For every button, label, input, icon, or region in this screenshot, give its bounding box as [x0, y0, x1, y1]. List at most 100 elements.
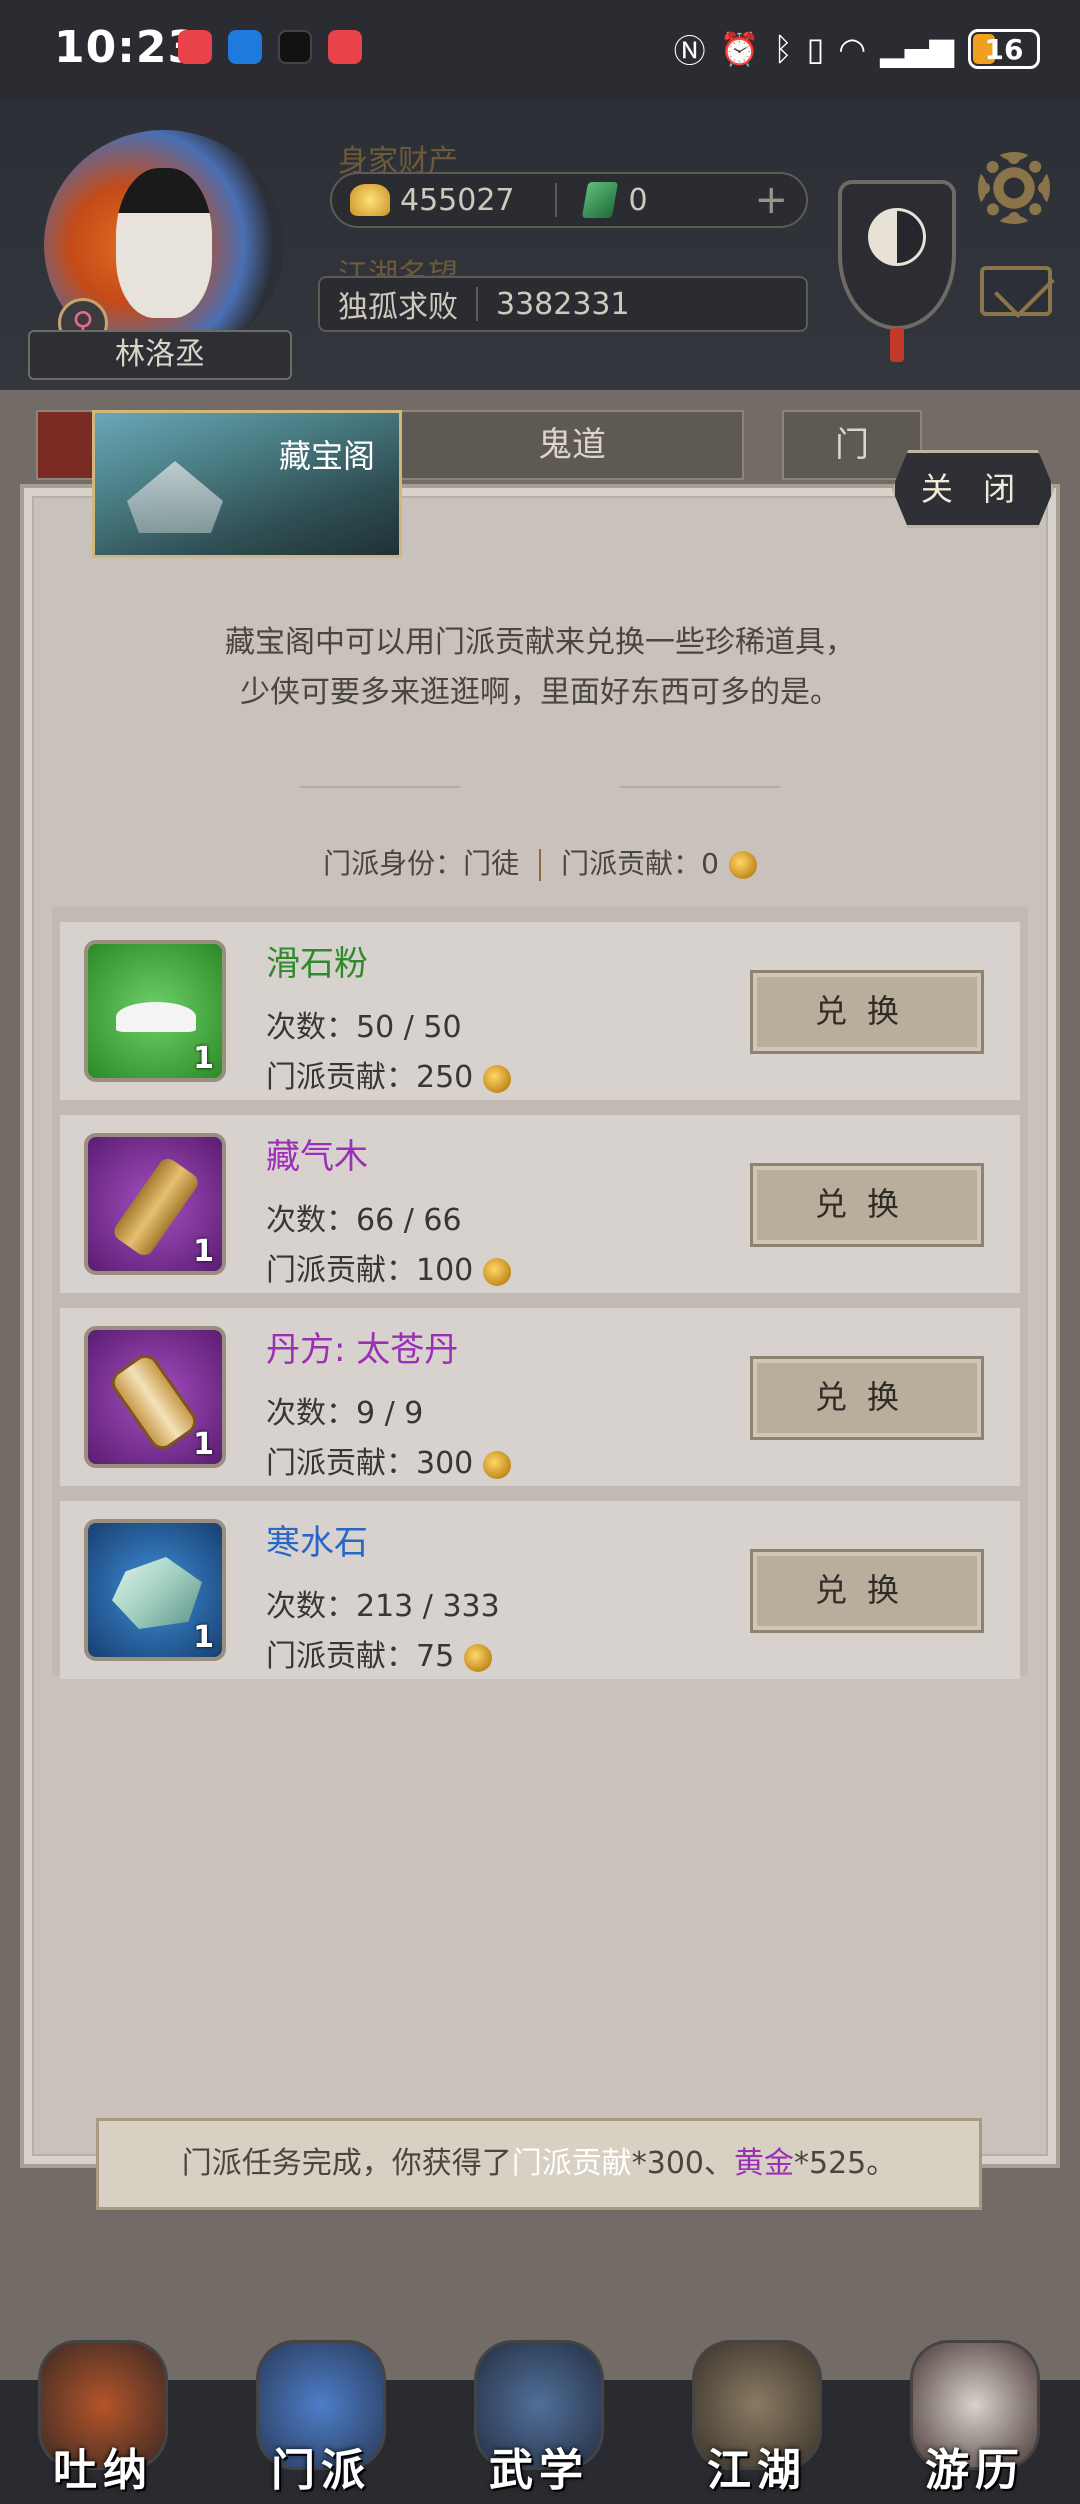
- cost-value: 75: [416, 1639, 455, 1674]
- item-quantity: 1: [193, 1234, 214, 1269]
- wealth-bar: 455027 0 +: [330, 172, 808, 228]
- toast-reward: 门派贡献: [511, 2146, 632, 2181]
- times-label: 次数：: [266, 1203, 356, 1238]
- times-value: 213 / 333: [356, 1589, 500, 1624]
- alarm-icon: ⏰: [719, 30, 760, 68]
- nfc-icon: Ⓝ: [673, 32, 706, 70]
- player-name: 林洛丞: [28, 330, 292, 380]
- app-notification-icon: [178, 30, 212, 64]
- intro-line: 少侠可要多来逛逛啊，里面好东西可多的是。: [240, 675, 840, 710]
- item-cost: 门派贡献：300: [266, 1438, 512, 1482]
- item-times: 次数：9 / 9: [266, 1388, 423, 1432]
- gear-icon[interactable]: [978, 152, 1050, 224]
- item-cost: 门派贡献：75: [266, 1631, 493, 1675]
- item-name: 寒水石: [266, 1523, 368, 1563]
- add-currency-button[interactable]: +: [754, 177, 788, 223]
- app-notification-icon: [228, 30, 262, 64]
- cost-value: 300: [416, 1446, 474, 1481]
- times-value: 50 / 50: [356, 1010, 462, 1045]
- close-button[interactable]: 关 闭: [892, 450, 1054, 528]
- item-name: 藏气木: [266, 1137, 368, 1177]
- status-bar: 10:23 Ⓝ ⏰ ᛒ ▯ ◠ ▂▄▆ 16: [0, 0, 1080, 100]
- cost-label: 门派贡献：: [266, 1446, 416, 1481]
- times-label: 次数：: [266, 1010, 356, 1045]
- dialog-title-banner: 藏宝阁: [92, 410, 402, 558]
- exchange-button[interactable]: 兑换: [750, 1163, 984, 1247]
- dialog-title: 藏宝阁: [278, 437, 375, 475]
- bluetooth-icon: ᛒ: [773, 30, 793, 68]
- list-item: 1 寒水石 次数：213 / 333 门派贡献：75 兑换: [60, 1501, 1020, 1679]
- cost-label: 门派贡献：: [266, 1639, 416, 1674]
- contribution-coin-icon: [464, 1643, 493, 1672]
- intro-line: 藏宝阁中可以用门派贡献来兑换一些珍稀道具，: [225, 625, 855, 660]
- exchange-button[interactable]: 兑换: [750, 970, 984, 1054]
- contribution-coin-icon: [728, 851, 757, 879]
- item-times: 次数：50 / 50: [266, 1002, 462, 1046]
- times-value: 66 / 66: [356, 1203, 462, 1238]
- cold-water-stone-icon[interactable]: 1: [84, 1519, 226, 1661]
- nav-label: 游历: [925, 2445, 1025, 2496]
- player-header: ♀ 林洛丞 身家财产 455027 0 + 江湖名望 独孤求败 3382331: [0, 100, 1080, 390]
- contribution-label: 门派贡献：: [561, 847, 702, 880]
- item-quantity: 1: [193, 1620, 214, 1655]
- list-item: 1 丹方: 太苍丹 次数：9 / 9 门派贡献：300 兑换: [60, 1308, 1020, 1486]
- gold-ingot-icon: [350, 184, 390, 216]
- battery-icon: 16: [968, 29, 1040, 69]
- exchange-button[interactable]: 兑换: [750, 1549, 984, 1633]
- yin-yang-icon: [868, 208, 926, 266]
- avatar-face: [116, 168, 212, 318]
- sect-status: 门派身份：门徒 门派贡献：0: [0, 842, 1080, 882]
- tassel-icon: [890, 328, 904, 362]
- item-times: 次数：66 / 66: [266, 1195, 462, 1239]
- nav-travel[interactable]: 游历: [900, 2320, 1050, 2504]
- toast-text: 门派任务完成，你获得了: [181, 2146, 512, 2181]
- times-value: 9 / 9: [356, 1396, 424, 1431]
- list-item: 1 藏气木 次数：66 / 66 门派贡献：100 兑换: [60, 1115, 1020, 1293]
- nav-martial[interactable]: 武学: [464, 2320, 614, 2504]
- item-name: 滑石粉: [266, 944, 368, 984]
- signal-icon: ▂▄▆: [880, 30, 954, 68]
- toast-text: *525。: [794, 2146, 897, 2181]
- toast-reward: 黄金: [734, 2146, 794, 2181]
- ornament-divider: [620, 786, 780, 798]
- contribution-coin-icon: [483, 1450, 512, 1479]
- identity-value: 门徒: [463, 847, 520, 880]
- cost-label: 门派贡献：: [266, 1253, 416, 1288]
- nav-jianghu[interactable]: 江湖: [682, 2320, 832, 2504]
- gold-amount: 455027: [400, 182, 515, 218]
- toast-text: *300、: [631, 2146, 734, 2181]
- nav-label: 吐纳: [53, 2445, 153, 2496]
- vibrate-icon: ▯: [806, 30, 825, 68]
- contribution-coin-icon: [483, 1064, 512, 1093]
- tab-guidao[interactable]: 鬼道: [400, 410, 744, 480]
- exchange-button[interactable]: 兑换: [750, 1356, 984, 1440]
- tiktok-icon: [278, 30, 312, 64]
- hidden-qi-wood-icon[interactable]: 1: [84, 1133, 226, 1275]
- system-icons: Ⓝ ⏰ ᛒ ▯ ◠ ▂▄▆ 16: [674, 26, 1040, 72]
- app-notification-icon: [328, 30, 362, 64]
- contribution-value: 0: [701, 847, 719, 880]
- nav-tuna[interactable]: 吐纳: [28, 2320, 178, 2504]
- fame-bar: 独孤求败 3382331: [318, 276, 808, 332]
- nav-sect[interactable]: 门派: [246, 2320, 396, 2504]
- nav-label: 武学: [489, 2445, 589, 2496]
- times-label: 次数：: [266, 1589, 356, 1624]
- item-times: 次数：213 / 333: [266, 1581, 500, 1625]
- cost-value: 100: [416, 1253, 474, 1288]
- item-name: 丹方: 太苍丹: [266, 1330, 459, 1370]
- recipe-scroll-icon[interactable]: 1: [84, 1326, 226, 1468]
- identity-label: 门派身份：: [323, 847, 464, 880]
- fame-value: 3382331: [496, 286, 630, 322]
- mail-icon[interactable]: [980, 266, 1052, 316]
- contribution-coin-icon: [483, 1257, 512, 1286]
- talc-powder-icon[interactable]: 1: [84, 940, 226, 1082]
- nav-label: 江湖: [707, 2445, 807, 2496]
- times-label: 次数：: [266, 1396, 356, 1431]
- nav-label: 门派: [271, 2445, 371, 2496]
- item-quantity: 1: [193, 1041, 214, 1076]
- sect-emblem[interactable]: [838, 160, 956, 362]
- fame-title: 独孤求败: [338, 290, 458, 325]
- item-cost: 门派贡献：100: [266, 1245, 512, 1289]
- ornament-divider: [300, 786, 460, 798]
- jade-amount: 0: [628, 182, 648, 218]
